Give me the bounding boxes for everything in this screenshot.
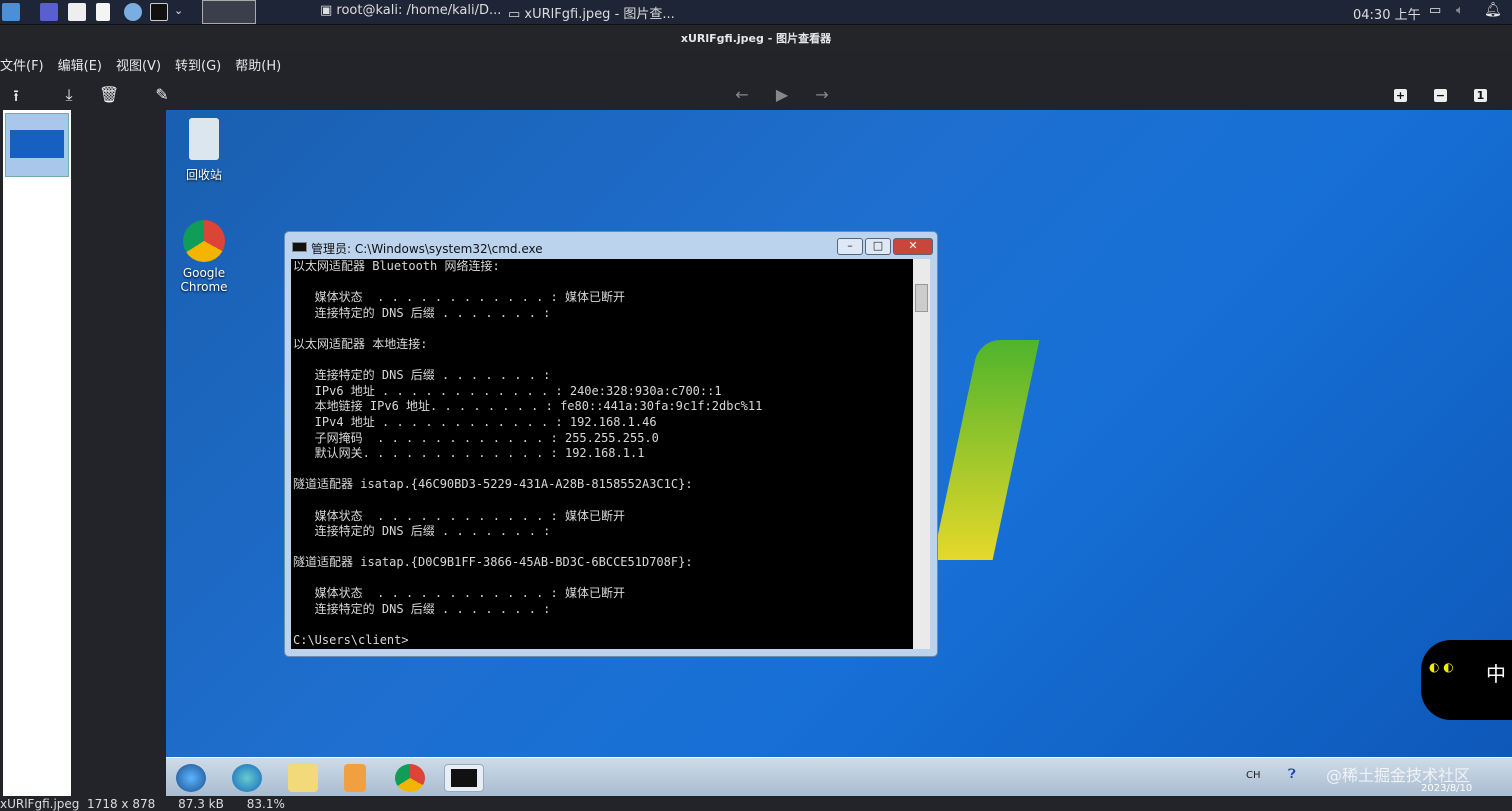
- cmd-line: IPv6 地址 . . . . . . . . . . . . : 240e:3…: [293, 383, 722, 398]
- clock[interactable]: 04:30 上午: [1353, 4, 1421, 23]
- zoom-out-button[interactable]: −: [1434, 89, 1447, 102]
- task-label: xURlFgfi.jpeg - 图片查...: [524, 7, 675, 22]
- play-slideshow-icon[interactable]: ▶: [772, 85, 792, 104]
- cmd-line: [293, 321, 913, 337]
- status-dimensions: 1718 x 878: [87, 797, 156, 811]
- menu-bar: 文件(F) 编辑(E) 视图(V) 转到(G) 帮助(H): [0, 55, 281, 77]
- icon-label: Google Chrome: [180, 266, 228, 294]
- status-bar: xURlFgfi.jpeg 1718 x 878 87.3 kB 83.1%: [0, 797, 285, 811]
- text-editor-icon[interactable]: [96, 3, 110, 21]
- status-zoom: 83.1%: [246, 797, 285, 811]
- cmd-line: [293, 275, 913, 291]
- recycle-bin-icon: [189, 118, 219, 160]
- cmd-output[interactable]: 以太网适配器 Bluetooth 网络连接: 媒体状态 . . . . . . …: [291, 259, 913, 649]
- edit-pencil-icon[interactable]: ✎: [152, 85, 172, 104]
- workspace-preview[interactable]: [202, 0, 256, 24]
- cmd-line: 以太网适配器 Bluetooth 网络连接:: [293, 259, 500, 273]
- image-view: 回收站 Google Chrome 管理员: C:\Windows\system…: [166, 110, 1512, 796]
- display-icon[interactable]: ▭: [1429, 3, 1441, 18]
- cmd-line: 隧道适配器 isatap.{D0C9B1FF-3866-45AB-BD3C-6B…: [293, 555, 693, 570]
- cmd-line: 媒体状态 . . . . . . . . . . . . : 媒体已断开: [293, 290, 625, 305]
- zoom-100-button[interactable]: 1: [1474, 89, 1487, 102]
- explorer-icon[interactable]: [288, 764, 318, 792]
- upload-icon[interactable]: ⭱: [6, 85, 26, 112]
- desktop-recycle-bin: 回收站: [169, 118, 239, 183]
- windows-logo-decoration: [932, 340, 1040, 560]
- cat-widget[interactable]: ◐ ◐ 中: [1421, 640, 1512, 720]
- cmd-line: 默认网关. . . . . . . . . . . . . : 192.168.…: [293, 446, 645, 461]
- cmd-line: 媒体状态 . . . . . . . . . . . . : 媒体已断开: [293, 586, 625, 601]
- top-panel: ⌄ ▣ root@kali: /home/kali/D... ▭ xURlFgf…: [0, 0, 1512, 25]
- cmd-line: [293, 353, 913, 369]
- cmd-line: [293, 618, 913, 634]
- cmd-line: 媒体状态 . . . . . . . . . . . . : 媒体已断开: [293, 508, 625, 523]
- menu-go[interactable]: 转到(G): [175, 55, 221, 77]
- task-image-viewer[interactable]: ▭ xURlFgfi.jpeg - 图片查...: [508, 3, 675, 22]
- cmd-line: [293, 571, 913, 587]
- menu-help[interactable]: 帮助(H): [235, 55, 281, 77]
- windows-taskbar: CH ❓︎ @稀土掘金技术社区 2023/8/10: [166, 757, 1512, 796]
- menu-view[interactable]: 视图(V): [116, 55, 161, 77]
- save-icon[interactable]: ⤓: [59, 85, 79, 105]
- help-icon[interactable]: ❓︎: [1288, 767, 1296, 782]
- cmd-line: 隧道适配器 isatap.{46C90BD3-5229-431A-A28B-81…: [293, 477, 693, 492]
- cmd-line: C:\Users\client>: [293, 633, 409, 648]
- cmd-window: 管理员: C:\Windows\system32\cmd.exe – □ ✕ 以…: [284, 231, 938, 657]
- start-button[interactable]: [176, 764, 206, 792]
- chrome-icon: [183, 220, 225, 262]
- window-title: xURlFgfi.jpeg - 图片查看器: [0, 25, 1512, 52]
- notification-bell-icon[interactable]: 🔔︎: [1484, 2, 1502, 18]
- ie-icon[interactable]: [232, 764, 262, 792]
- cmd-title: 管理员: C:\Windows\system32\cmd.exe: [311, 242, 543, 256]
- minimize-button[interactable]: –: [837, 238, 863, 255]
- status-size: 87.3 kB: [178, 797, 224, 811]
- cmd-line: 子网掩码 . . . . . . . . . . . . : 255.255.2…: [293, 430, 659, 445]
- cmd-line: 连接特定的 DNS 后缀 . . . . . . . :: [293, 368, 551, 383]
- chevron-down-icon[interactable]: ⌄: [174, 4, 183, 17]
- thumbnail-item[interactable]: [5, 113, 69, 177]
- status-filename: xURlFgfi.jpeg: [0, 797, 80, 811]
- cmd-line: [293, 462, 913, 478]
- cmd-line: 连接特定的 DNS 后缀 . . . . . . . :: [293, 524, 551, 539]
- maximize-button[interactable]: □: [865, 238, 891, 255]
- cmd-line: 连接特定的 DNS 后缀 . . . . . . . :: [293, 305, 551, 320]
- zoom-in-button[interactable]: +: [1394, 89, 1407, 102]
- menu-edit[interactable]: 编辑(E): [58, 55, 102, 77]
- terminal-icon[interactable]: [150, 3, 168, 21]
- cat-eyes-icon: ◐ ◐: [1429, 660, 1454, 674]
- file-manager-icon[interactable]: [68, 3, 86, 21]
- lang-indicator[interactable]: CH: [1246, 770, 1261, 781]
- media-player-icon[interactable]: [344, 764, 366, 792]
- thumbnail-panel: [3, 110, 71, 796]
- ime-indicator[interactable]: 中: [1486, 658, 1506, 687]
- cmd-line: [293, 540, 913, 556]
- task-terminal[interactable]: ▣ root@kali: /home/kali/D...: [320, 3, 501, 18]
- delete-icon[interactable]: 🗑︎: [99, 85, 119, 104]
- kali-menu-icon[interactable]: [2, 3, 20, 21]
- workspace-icon[interactable]: [40, 3, 58, 21]
- cmd-taskbar-icon[interactable]: [444, 764, 484, 792]
- chrome-taskbar-icon[interactable]: [395, 764, 425, 792]
- volume-icon[interactable]: 🔈︎: [1456, 3, 1464, 18]
- cmd-line: [293, 493, 913, 509]
- scrollbar[interactable]: [913, 259, 930, 649]
- icon-label: 回收站: [185, 168, 222, 182]
- cmd-line: 连接特定的 DNS 后缀 . . . . . . . :: [293, 602, 551, 617]
- desktop-chrome: Google Chrome: [169, 220, 239, 294]
- cmd-line: 本地链接 IPv6 地址. . . . . . . . : fe80::441a…: [293, 399, 763, 414]
- cmd-line: IPv4 地址 . . . . . . . . . . . . : 192.16…: [293, 414, 657, 429]
- menu-file[interactable]: 文件(F): [0, 55, 44, 77]
- previous-arrow-icon[interactable]: ←: [732, 85, 752, 104]
- close-button[interactable]: ✕: [893, 238, 933, 255]
- tray-date[interactable]: 2023/8/10: [1421, 783, 1472, 794]
- cmd-line: 以太网适配器 本地连接:: [293, 336, 428, 351]
- cmd-icon: [292, 242, 307, 252]
- next-arrow-icon[interactable]: →: [812, 85, 832, 104]
- task-label: root@kali: /home/kali/D...: [336, 3, 502, 18]
- browser-icon[interactable]: [124, 3, 142, 21]
